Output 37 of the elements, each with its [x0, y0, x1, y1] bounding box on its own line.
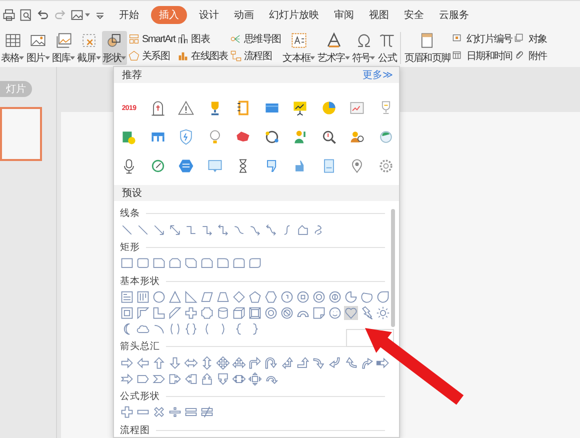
- ribbon-button[interactable]: 公式: [376, 31, 398, 65]
- more-link[interactable]: 更多≫: [362, 68, 393, 82]
- ribbon-button[interactable]: 图片: [25, 31, 51, 65]
- ribbon-button[interactable]: SmartArt: [128, 32, 176, 46]
- ribbon-button[interactable]: 对象: [514, 32, 547, 46]
- ribbon-tab[interactable]: 云服务: [436, 6, 472, 24]
- ribbon-button[interactable]: 图表: [177, 32, 228, 46]
- ribbon-tab[interactable]: 审阅: [331, 6, 357, 24]
- ribbon-button[interactable]: 关系图: [128, 49, 176, 63]
- ribbon-button[interactable]: 形状: [102, 31, 128, 65]
- category-label: 流程图: [120, 424, 150, 437]
- category-label: 矩形: [120, 241, 140, 254]
- ribbon-button[interactable]: 流程图: [230, 49, 281, 63]
- section-title: 推荐: [122, 68, 142, 82]
- ribbon-button[interactable]: 思维导图: [230, 32, 281, 46]
- category-label: 线条: [120, 207, 140, 220]
- section-title: 预设: [122, 187, 142, 200]
- category-label: 箭头总汇: [120, 340, 160, 354]
- ribbon-tab[interactable]: 开始: [116, 6, 142, 24]
- ribbon-tab[interactable]: 视图: [366, 6, 392, 24]
- ribbon-button[interactable]: 艺术字: [316, 31, 351, 65]
- ribbon-button[interactable]: 符号: [350, 31, 376, 65]
- ribbon-button[interactable]: 附件: [514, 49, 547, 63]
- ribbon-tab[interactable]: 动画: [231, 6, 257, 24]
- ribbon-button[interactable]: 页眉和页脚: [403, 31, 452, 65]
- ribbon-button[interactable]: 幻灯片编号: [452, 32, 512, 46]
- ribbon-button[interactable]: 图库: [50, 31, 76, 65]
- ribbon-tab[interactable]: 安全: [401, 6, 427, 24]
- ribbon-tab[interactable]: 设计: [196, 6, 222, 24]
- category-label: 公式形状: [120, 390, 160, 404]
- ribbon-button[interactable]: 表格: [0, 31, 26, 65]
- ribbon-button[interactable]: 在线图表: [177, 49, 228, 63]
- ribbon-button[interactable]: 日期和时间: [452, 49, 512, 63]
- ribbon-tab[interactable]: 幻灯片放映: [266, 6, 322, 24]
- category-label: 基本形状: [120, 274, 160, 288]
- ribbon-button[interactable]: 截屏: [76, 31, 102, 65]
- ribbon-button[interactable]: 文本框: [282, 31, 316, 65]
